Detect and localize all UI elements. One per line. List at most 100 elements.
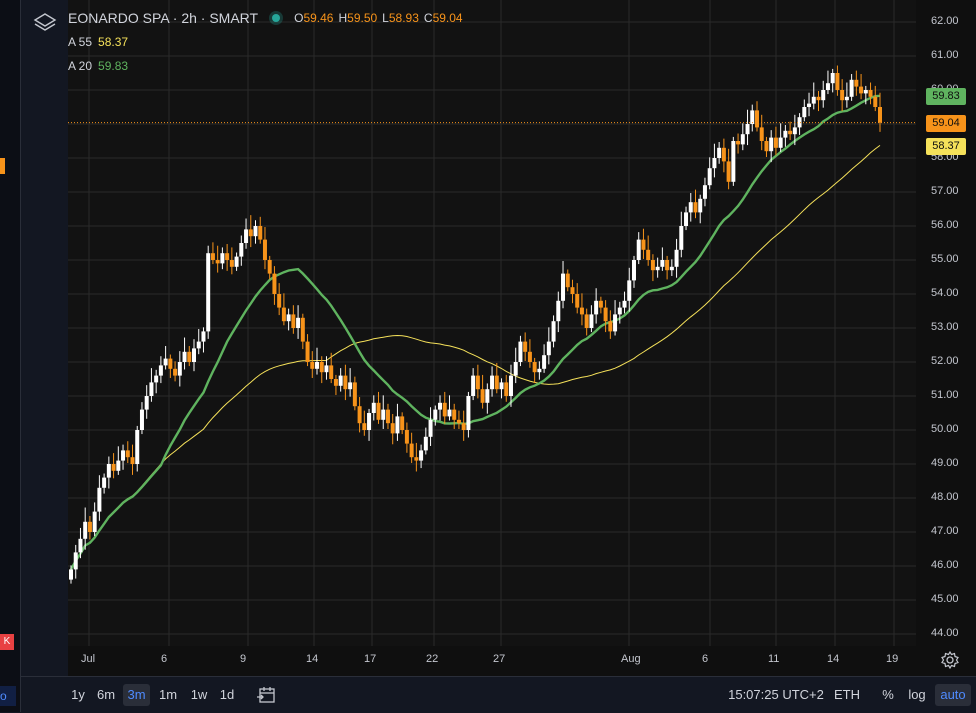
candle: [802, 99, 807, 122]
candle-body: [438, 402, 443, 410]
candle: [825, 70, 830, 95]
candle-body: [835, 73, 840, 90]
high-value: 59.50: [347, 11, 378, 25]
candle-body: [286, 314, 291, 322]
candle-body: [116, 460, 121, 471]
candle-body: [840, 90, 845, 101]
candle-body: [726, 161, 731, 182]
legend-ma20-row[interactable]: A 20 59.83: [68, 54, 468, 78]
candle: [277, 283, 282, 316]
candle-body: [693, 202, 698, 213]
percent-scale-button[interactable]: %: [878, 684, 898, 706]
price-tick-label: 51.00: [931, 389, 959, 401]
ma20-price-tag: 59.83: [926, 87, 966, 105]
candle-body: [423, 436, 428, 451]
candle: [499, 378, 504, 399]
candle-body: [333, 379, 338, 386]
time-axis[interactable]: [68, 646, 916, 676]
candle: [759, 114, 764, 151]
candle-body: [854, 79, 859, 87]
candle: [173, 361, 178, 382]
candle-body: [206, 253, 211, 332]
symbol-title[interactable]: EONARDO SPA · 2h · SMART: [68, 9, 258, 27]
candle-body: [792, 127, 797, 135]
candle-body: [135, 430, 140, 464]
candlestick-chart[interactable]: [68, 0, 916, 646]
clock-readout[interactable]: 15:07:25 UTC+2: [722, 684, 830, 706]
range-1w-button[interactable]: 1w: [186, 684, 212, 706]
goto-date-icon[interactable]: [254, 684, 280, 706]
candle: [811, 82, 816, 110]
candle-body: [575, 294, 580, 308]
candle-body: [244, 229, 249, 243]
range-1m-button[interactable]: 1m: [156, 684, 180, 706]
price-tick-label: 54.00: [931, 287, 959, 299]
close-label: C: [423, 11, 433, 25]
candle-body: [400, 416, 405, 430]
candle-body: [617, 307, 622, 315]
candle: [570, 279, 575, 304]
price-tick-label: 61.00: [931, 49, 959, 61]
session-eth-button[interactable]: ETH: [832, 684, 862, 706]
time-tick-label: 11: [768, 653, 780, 665]
candle-body: [518, 341, 523, 362]
candle-body: [570, 287, 575, 294]
chart-pane[interactable]: [68, 0, 916, 646]
candle-body: [650, 260, 655, 271]
candle-body: [740, 134, 745, 145]
time-tick-label: 17: [364, 653, 377, 665]
candle: [475, 364, 480, 399]
candle-body: [878, 107, 882, 123]
candle-body: [745, 124, 750, 135]
candle-body: [324, 365, 329, 373]
toolbar-marker[interactable]: [0, 158, 5, 174]
toolbar-o-badge[interactable]: o: [0, 686, 16, 706]
candle-body: [480, 389, 485, 403]
price-tick-label: 48.00: [931, 491, 959, 503]
log-scale-button[interactable]: log: [903, 684, 931, 706]
ma55-value: 58.37: [98, 35, 129, 49]
candle: [234, 252, 239, 271]
range-3m-button[interactable]: 3m: [123, 684, 150, 706]
legend-ma55-row[interactable]: A 55 58.37: [68, 30, 468, 54]
candle-body: [154, 375, 159, 383]
candle: [736, 133, 741, 154]
time-tick-label: 14: [306, 653, 319, 665]
candle: [844, 82, 849, 108]
candle: [291, 305, 296, 334]
candle: [135, 425, 140, 472]
candle: [546, 327, 551, 365]
candle-body: [296, 317, 301, 328]
candle-body: [433, 409, 438, 420]
candle: [182, 337, 187, 370]
range-6m-button[interactable]: 6m: [94, 684, 118, 706]
settings-gear-icon[interactable]: [940, 650, 960, 670]
candle-body: [485, 389, 490, 403]
range-1d-button[interactable]: 1d: [217, 684, 237, 706]
candle-body: [272, 273, 277, 294]
candle: [296, 305, 301, 339]
candle-body: [844, 96, 849, 101]
candle: [428, 407, 433, 446]
layers-icon[interactable]: [30, 8, 60, 38]
candle: [575, 283, 580, 314]
candle: [362, 410, 367, 436]
time-tick-label: 19: [886, 653, 899, 665]
range-1y-button[interactable]: 1y: [68, 684, 88, 706]
candle: [196, 329, 201, 355]
candle: [646, 235, 651, 266]
auto-scale-button[interactable]: auto: [935, 684, 971, 706]
candle: [409, 432, 414, 463]
toolbar-k-badge[interactable]: K: [0, 634, 14, 650]
candle-body: [168, 358, 173, 369]
candle-body: [428, 419, 433, 437]
candle: [821, 80, 826, 108]
candle: [556, 291, 561, 333]
candle: [608, 310, 613, 339]
candle-body: [87, 521, 92, 532]
last-price-tag: 59.04: [926, 114, 966, 132]
candle: [707, 157, 712, 190]
candle: [859, 74, 864, 100]
left-toolbar: K o: [0, 0, 21, 712]
candle: [158, 356, 163, 384]
